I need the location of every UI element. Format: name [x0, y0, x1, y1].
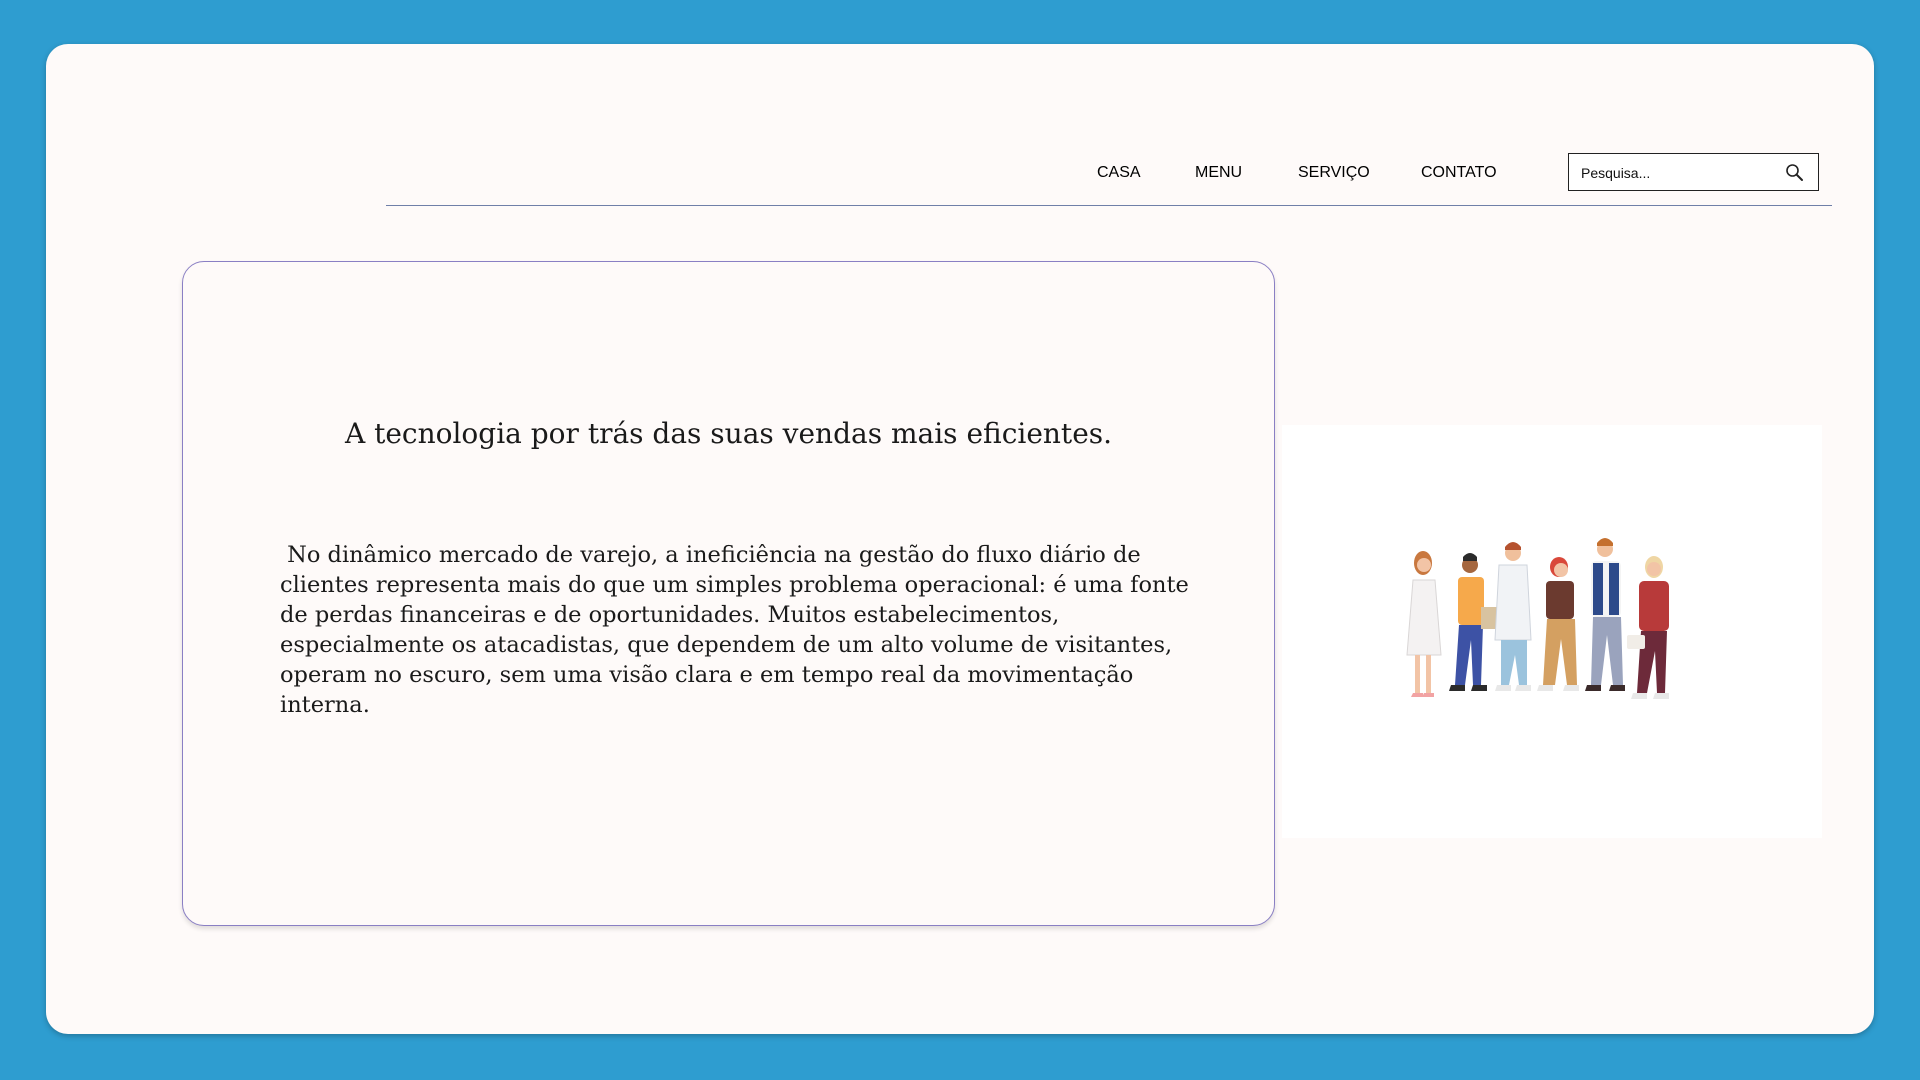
- person-figure: [1585, 538, 1625, 691]
- illustration-panel: [1282, 425, 1822, 838]
- hero-card: A tecnologia por trás das suas vendas ma…: [182, 261, 1275, 926]
- nav-item-menu[interactable]: MENU: [1195, 164, 1242, 182]
- nav-item-contato[interactable]: CONTATO: [1421, 164, 1497, 182]
- hero-title: A tecnologia por trás das suas vendas ma…: [344, 417, 1113, 450]
- nav-divider: [386, 205, 1832, 206]
- nav-item-servico[interactable]: SERVIÇO: [1298, 164, 1370, 182]
- person-figure: [1449, 553, 1503, 691]
- people-group-illustration: [1406, 538, 1669, 699]
- person-figure: [1406, 551, 1442, 697]
- nav-item-casa[interactable]: CASA: [1097, 164, 1141, 182]
- person-figure: [1627, 556, 1669, 699]
- search-icon[interactable]: [1784, 162, 1806, 184]
- person-figure: [1494, 542, 1532, 691]
- search-box: [1568, 153, 1819, 191]
- search-input[interactable]: [1579, 154, 1783, 191]
- person-figure: [1537, 557, 1579, 691]
- hero-body: No dinâmico mercado de varejo, a inefici…: [280, 542, 1189, 718]
